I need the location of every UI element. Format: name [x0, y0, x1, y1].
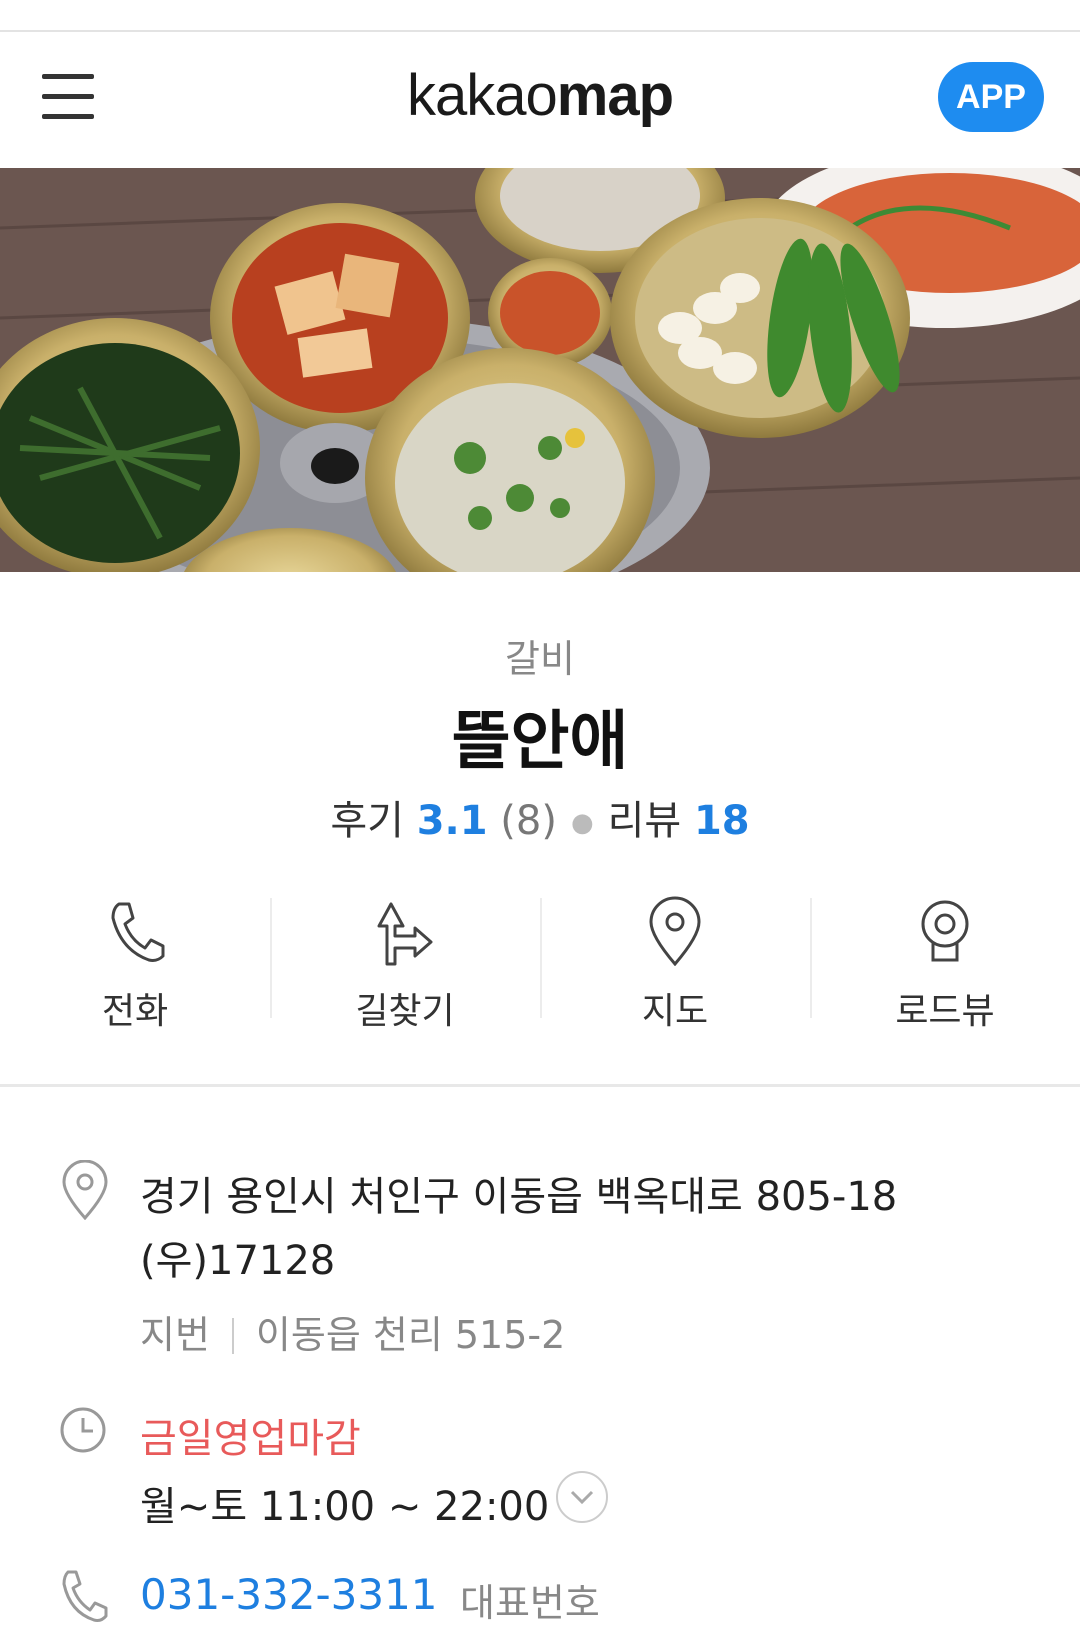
place-photo[interactable]	[0, 168, 1080, 572]
road-address[interactable]: 경기 용인시 처인구 이동읍 백옥대로 805-18	[140, 1164, 897, 1222]
review-count[interactable]: (8)	[500, 798, 557, 844]
jibun-label: 지번	[140, 1313, 210, 1357]
directions-icon	[377, 902, 433, 966]
app-button[interactable]: APP	[938, 62, 1044, 132]
review-score[interactable]: 3.1	[417, 798, 488, 844]
section-divider	[0, 1084, 1080, 1087]
map-label: 지도	[641, 991, 709, 1032]
logo-text-map: map	[556, 63, 674, 128]
blog-review-count[interactable]: 18	[694, 798, 750, 844]
postal-code: (우)17128	[140, 1238, 336, 1284]
review-label: 후기	[330, 798, 404, 844]
kakaomap-logo[interactable]: kakaomap	[0, 62, 1080, 129]
phone-type-label: 대표번호	[460, 1581, 600, 1625]
directions-label: 길찾기	[355, 991, 455, 1032]
separator-dot: ●	[570, 808, 594, 838]
blog-review-label: 리뷰	[607, 798, 682, 844]
hours-expand-button[interactable]	[556, 1471, 608, 1523]
phone-number[interactable]: 031-332-3311	[140, 1570, 438, 1619]
call-button[interactable]: 전화	[0, 890, 270, 1032]
action-divider	[270, 898, 272, 1018]
place-category: 갈비	[505, 637, 575, 681]
clock-icon	[60, 1407, 106, 1453]
location-pin-icon	[62, 1160, 108, 1220]
action-divider	[810, 898, 812, 1018]
place-name: 뜰안애	[451, 705, 629, 779]
call-label: 전화	[101, 991, 169, 1032]
map-button[interactable]: 지도	[540, 890, 810, 1032]
jibun-divider	[231, 1318, 234, 1354]
action-divider	[540, 898, 542, 1018]
map-pin-icon	[649, 896, 701, 966]
roadview-label: 로드뷰	[895, 991, 995, 1032]
action-bar: 전화 길찾기 지도 로드뷰	[0, 890, 1080, 1032]
directions-button[interactable]: 길찾기	[270, 890, 540, 1032]
business-hours: 월~토 11:00 ~ 22:00	[140, 1484, 550, 1530]
roadview-icon	[921, 900, 969, 962]
rating-line: 후기 3.1 (8) ● 리뷰 18	[0, 788, 1080, 846]
phone-small-icon	[62, 1570, 108, 1622]
roadview-button[interactable]: 로드뷰	[810, 890, 1080, 1032]
header: kakaomap APP	[0, 34, 1080, 168]
jibun-address: 이동읍 천리 515-2	[255, 1313, 566, 1357]
jibun-address-line: 지번 이동읍 천리 515-2	[140, 1304, 565, 1359]
business-status: 금일영업마감	[140, 1416, 361, 1462]
phone-icon	[111, 902, 165, 962]
top-strip	[0, 0, 1080, 32]
logo-text-kakao: kakao	[406, 63, 558, 128]
chevron-down-icon	[570, 1490, 594, 1505]
